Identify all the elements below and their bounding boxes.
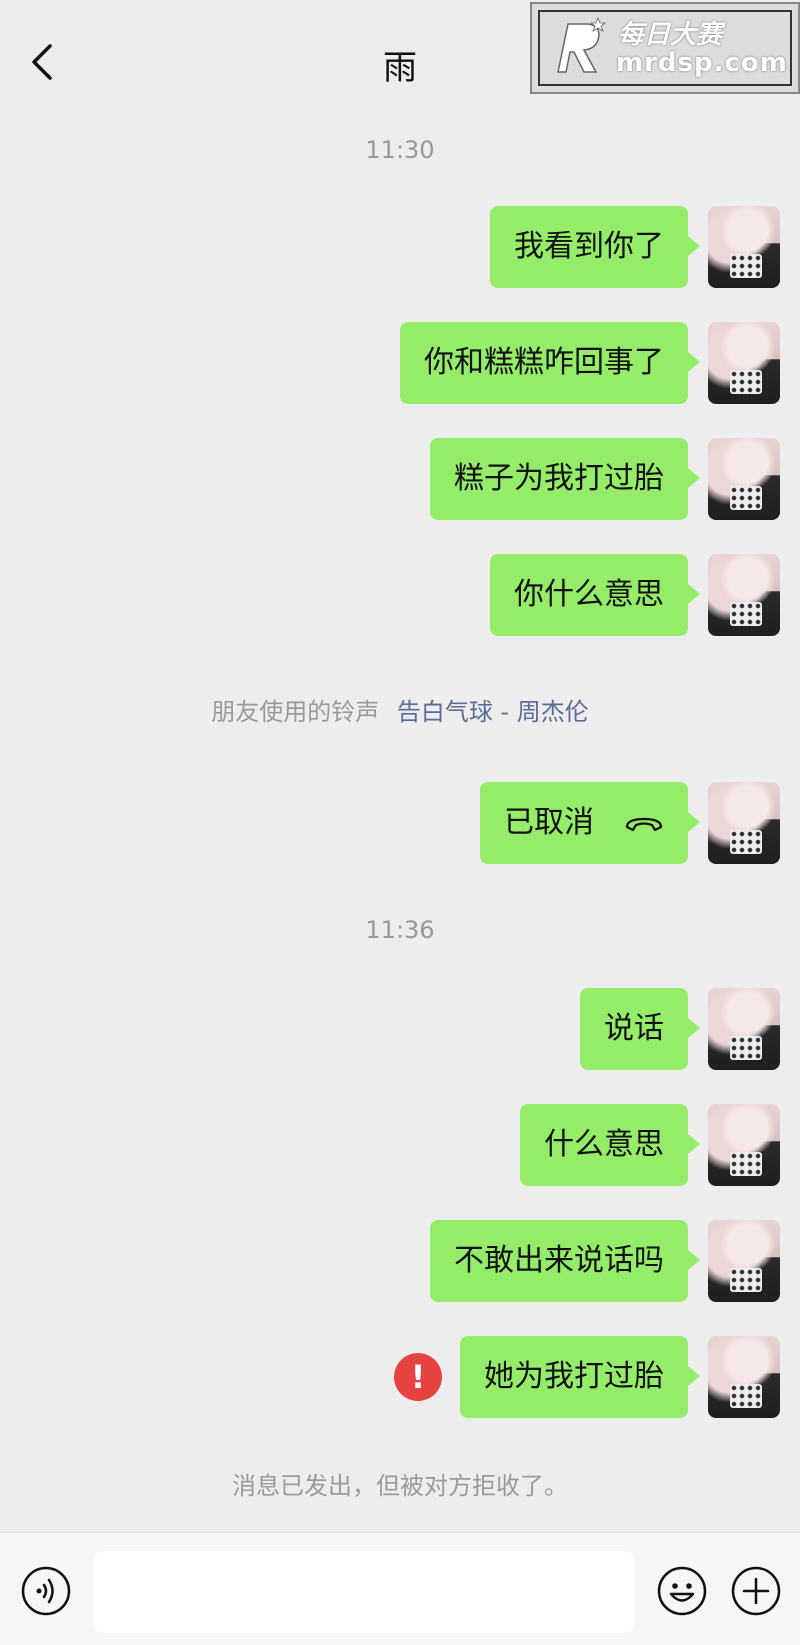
message-bubble[interactable]: 糕子为我打过胎 xyxy=(430,438,700,520)
avatar[interactable] xyxy=(708,988,780,1070)
message-bubble[interactable]: 你和糕糕咋回事了 xyxy=(400,322,700,404)
ringtone-prefix: 朋友使用的铃声 xyxy=(211,698,380,726)
avatar[interactable] xyxy=(708,554,780,636)
ringtone-note: 朋友使用的铃声 告白气球 - 周杰伦 xyxy=(0,692,800,727)
message-bubble[interactable]: 什么意思 xyxy=(520,1104,700,1186)
plus-icon[interactable] xyxy=(730,1565,782,1617)
call-status: 已取消 xyxy=(504,805,594,840)
ringtone-song-link[interactable]: 告白气球 - 周杰伦 xyxy=(397,698,589,726)
avatar[interactable] xyxy=(708,438,780,520)
message-bubble[interactable]: 你什么意思 xyxy=(490,554,700,636)
avatar[interactable] xyxy=(708,1220,780,1302)
message-row: 你和糕糕咋回事了 xyxy=(0,322,800,406)
message-bubble[interactable]: 说话 xyxy=(580,988,700,1070)
chat-header: 雨 每日大赛 mrdsp.com xyxy=(0,0,800,108)
rejected-notice: 消息已发出，但被对方拒收了。 xyxy=(232,1472,568,1500)
message-bubble[interactable]: 她为我打过胎 xyxy=(460,1336,700,1418)
watermark: 每日大赛 mrdsp.com xyxy=(530,2,800,94)
watermark-logo-icon xyxy=(557,16,607,73)
watermark-brand: 每日大赛 xyxy=(618,20,723,50)
message-bubble[interactable]: 不敢出来说话吗 xyxy=(430,1220,700,1302)
message-row: 说话 xyxy=(0,988,800,1072)
message-row: 已取消 xyxy=(0,782,800,866)
avatar[interactable] xyxy=(708,1104,780,1186)
error-icon[interactable]: ! xyxy=(394,1353,442,1401)
timestamp: 11:30 xyxy=(365,136,435,164)
avatar[interactable] xyxy=(708,322,780,404)
avatar[interactable] xyxy=(708,206,780,288)
call-bubble[interactable]: 已取消 xyxy=(480,782,700,864)
timestamp: 11:36 xyxy=(365,916,435,944)
avatar[interactable] xyxy=(708,782,780,864)
message-row: 你什么意思 xyxy=(0,554,800,638)
message-row: 不敢出来说话吗 xyxy=(0,1220,800,1304)
message-row: 我看到你了 xyxy=(0,206,800,290)
voice-icon[interactable] xyxy=(20,1565,72,1617)
avatar[interactable] xyxy=(708,1336,780,1418)
input-bar xyxy=(0,1532,800,1645)
message-bubble[interactable]: 我看到你了 xyxy=(490,206,700,288)
phone-hangup-icon xyxy=(625,817,663,831)
watermark-url: mrdsp.com xyxy=(616,48,788,78)
message-row: ! 她为我打过胎 xyxy=(0,1336,800,1420)
message-input[interactable] xyxy=(94,1551,634,1633)
message-row: 什么意思 xyxy=(0,1104,800,1188)
message-row: 糕子为我打过胎 xyxy=(0,438,800,522)
emoji-icon[interactable] xyxy=(656,1565,708,1617)
